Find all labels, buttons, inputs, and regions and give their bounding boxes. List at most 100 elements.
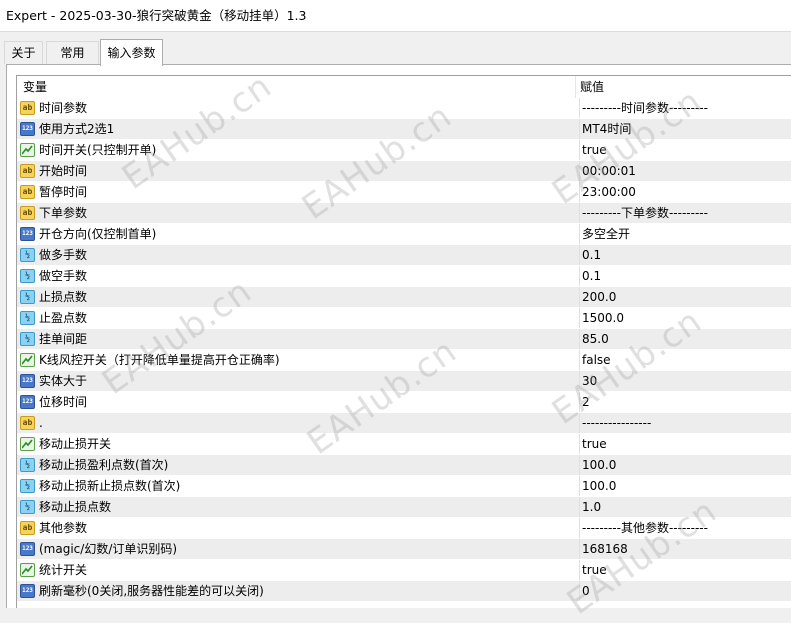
table-rows: ab 时间参数 ---------时间参数--------- 123 使用方式2选1 MT… xyxy=(17,98,791,602)
column-header-variable[interactable]: 变量 xyxy=(23,76,47,98)
param-name: 做空手数 xyxy=(39,269,88,283)
table-row[interactable]: ab 下单参数 ---------下单参数--------- xyxy=(17,203,791,224)
param-name: . xyxy=(39,416,43,430)
param-value[interactable]: ---------------- xyxy=(579,413,791,433)
table-row[interactable]: 统计开关 true xyxy=(17,560,791,581)
param-value[interactable]: 200.0 xyxy=(579,287,791,307)
table-header: 变量 赋值 xyxy=(17,76,791,99)
bool-param-icon xyxy=(20,563,35,577)
param-name: 位移时间 xyxy=(39,395,88,409)
param-value[interactable]: ---------时间参数--------- xyxy=(579,98,791,118)
param-value[interactable]: 100.0 xyxy=(579,476,791,496)
param-name: 移动止损新止损点数(首次) xyxy=(39,479,181,493)
table-row[interactable]: ½ 做多手数 0.1 xyxy=(17,245,791,266)
param-name: 下单参数 xyxy=(39,206,88,220)
param-value[interactable]: 多空全开 xyxy=(579,224,791,244)
param-value[interactable]: MT4时间 xyxy=(579,119,791,139)
column-header-value[interactable]: 赋值 xyxy=(580,76,604,98)
table-row[interactable]: ab. ---------------- xyxy=(17,413,791,434)
integer-param-icon: 123 xyxy=(20,395,35,409)
table-row[interactable]: 123 刷新毫秒(0关闭,服务器性能差的可以关闭) 0 xyxy=(17,581,791,602)
param-name: 刷新毫秒(0关闭,服务器性能差的可以关闭) xyxy=(39,584,264,598)
param-name: 止损点数 xyxy=(39,290,88,304)
table-row[interactable]: ½ 移动止损点数 1.0 xyxy=(17,497,791,518)
integer-param-icon: 123 xyxy=(20,227,35,241)
table-row[interactable]: K线风控开关（打开降低单量提高开仓正确率) false xyxy=(17,350,791,371)
tab-inputs[interactable]: 输入参数 xyxy=(100,39,163,66)
double-param-icon: ½ xyxy=(20,290,35,304)
param-name: 时间开关(只控制开单) xyxy=(39,143,157,157)
bool-param-icon xyxy=(20,437,35,451)
param-value[interactable]: 100.0 xyxy=(579,455,791,475)
param-value[interactable]: 0.1 xyxy=(579,245,791,265)
param-name: 移动止损盈利点数(首次) xyxy=(39,458,169,472)
param-value[interactable]: ---------下单参数--------- xyxy=(579,203,791,223)
param-name: (magic/幻数/订单识别码) xyxy=(39,542,178,556)
param-name: 挂单间距 xyxy=(39,332,88,346)
string-param-icon: ab xyxy=(20,206,35,220)
param-name: 时间参数 xyxy=(39,101,88,115)
param-value[interactable]: 1.0 xyxy=(579,497,791,517)
param-value[interactable]: 85.0 xyxy=(579,329,791,349)
table-row[interactable]: ½ 移动止损新止损点数(首次) 100.0 xyxy=(17,476,791,497)
param-value[interactable]: 2 xyxy=(579,392,791,412)
tab-about[interactable]: 关于 xyxy=(4,41,43,64)
table-row[interactable]: 移动止损开关 true xyxy=(17,434,791,455)
param-name: 移动止损开关 xyxy=(39,437,112,451)
param-value[interactable]: 168168 xyxy=(579,539,791,559)
column-divider[interactable] xyxy=(575,76,576,98)
integer-param-icon: 123 xyxy=(20,374,35,388)
tab-bar: 关于 常用 输入参数 xyxy=(0,32,791,66)
double-param-icon: ½ xyxy=(20,311,35,325)
param-value[interactable]: true xyxy=(579,560,791,580)
table-row[interactable]: ½ 移动止损盈利点数(首次) 100.0 xyxy=(17,455,791,476)
table-row[interactable]: ab 其他参数 ---------其他参数--------- xyxy=(17,518,791,539)
string-param-icon: ab xyxy=(20,416,35,430)
table-row[interactable]: 123 (magic/幻数/订单识别码) 168168 xyxy=(17,539,791,560)
string-param-icon: ab xyxy=(20,521,35,535)
table-row[interactable]: ab 暂停时间 23:00:00 xyxy=(17,182,791,203)
param-value[interactable]: 00:00:01 xyxy=(579,161,791,181)
param-name: 实体大于 xyxy=(39,374,88,388)
param-name: 统计开关 xyxy=(39,563,88,577)
double-param-icon: ½ xyxy=(20,500,35,514)
table-row[interactable]: ½ 止盈点数 1500.0 xyxy=(17,308,791,329)
param-value[interactable]: 23:00:00 xyxy=(579,182,791,202)
param-name: K线风控开关（打开降低单量提高开仓正确率) xyxy=(39,353,280,367)
string-param-icon: ab xyxy=(20,185,35,199)
bool-param-icon xyxy=(20,143,35,157)
table-row[interactable]: 123 位移时间 2 xyxy=(17,392,791,413)
param-name: 其他参数 xyxy=(39,521,88,535)
param-value[interactable]: true xyxy=(579,434,791,454)
param-value[interactable]: 0.1 xyxy=(579,266,791,286)
table-row[interactable]: 123 开仓方向(仅控制首单) 多空全开 xyxy=(17,224,791,245)
param-value[interactable]: false xyxy=(579,350,791,370)
tab-common[interactable]: 常用 xyxy=(46,41,99,64)
param-name: 止盈点数 xyxy=(39,311,88,325)
param-value[interactable]: ---------其他参数--------- xyxy=(579,518,791,538)
string-param-icon: ab xyxy=(20,101,35,115)
param-name: 使用方式2选1 xyxy=(39,122,115,136)
param-name: 开始时间 xyxy=(39,164,88,178)
param-value[interactable]: 0 xyxy=(579,581,791,601)
table-row[interactable]: ab 时间参数 ---------时间参数--------- xyxy=(17,98,791,119)
integer-param-icon: 123 xyxy=(20,122,35,136)
window-title: Expert - 2025-03-30-狼行突破黄金（移动挂单）1.3 xyxy=(0,0,791,32)
integer-param-icon: 123 xyxy=(20,584,35,598)
table-row[interactable]: ½ 挂单间距 85.0 xyxy=(17,329,791,350)
table-row[interactable]: ½ 止损点数 200.0 xyxy=(17,287,791,308)
param-value[interactable]: 30 xyxy=(579,371,791,391)
integer-param-icon: 123 xyxy=(20,542,35,556)
param-value[interactable]: true xyxy=(579,140,791,160)
table-row[interactable]: ½ 做空手数 0.1 xyxy=(17,266,791,287)
double-param-icon: ½ xyxy=(20,479,35,493)
table-row[interactable]: 时间开关(只控制开单) true xyxy=(17,140,791,161)
param-name: 开仓方向(仅控制首单) xyxy=(39,227,157,241)
table-row[interactable]: ab 开始时间 00:00:01 xyxy=(17,161,791,182)
table-row[interactable]: 123 使用方式2选1 MT4时间 xyxy=(17,119,791,140)
param-value[interactable]: 1500.0 xyxy=(579,308,791,328)
double-param-icon: ½ xyxy=(20,458,35,472)
table-row[interactable]: 123 实体大于 30 xyxy=(17,371,791,392)
double-param-icon: ½ xyxy=(20,248,35,262)
parameters-table: 变量 赋值 ab 时间参数 ---------时间参数--------- 123 使用方… xyxy=(16,75,791,608)
